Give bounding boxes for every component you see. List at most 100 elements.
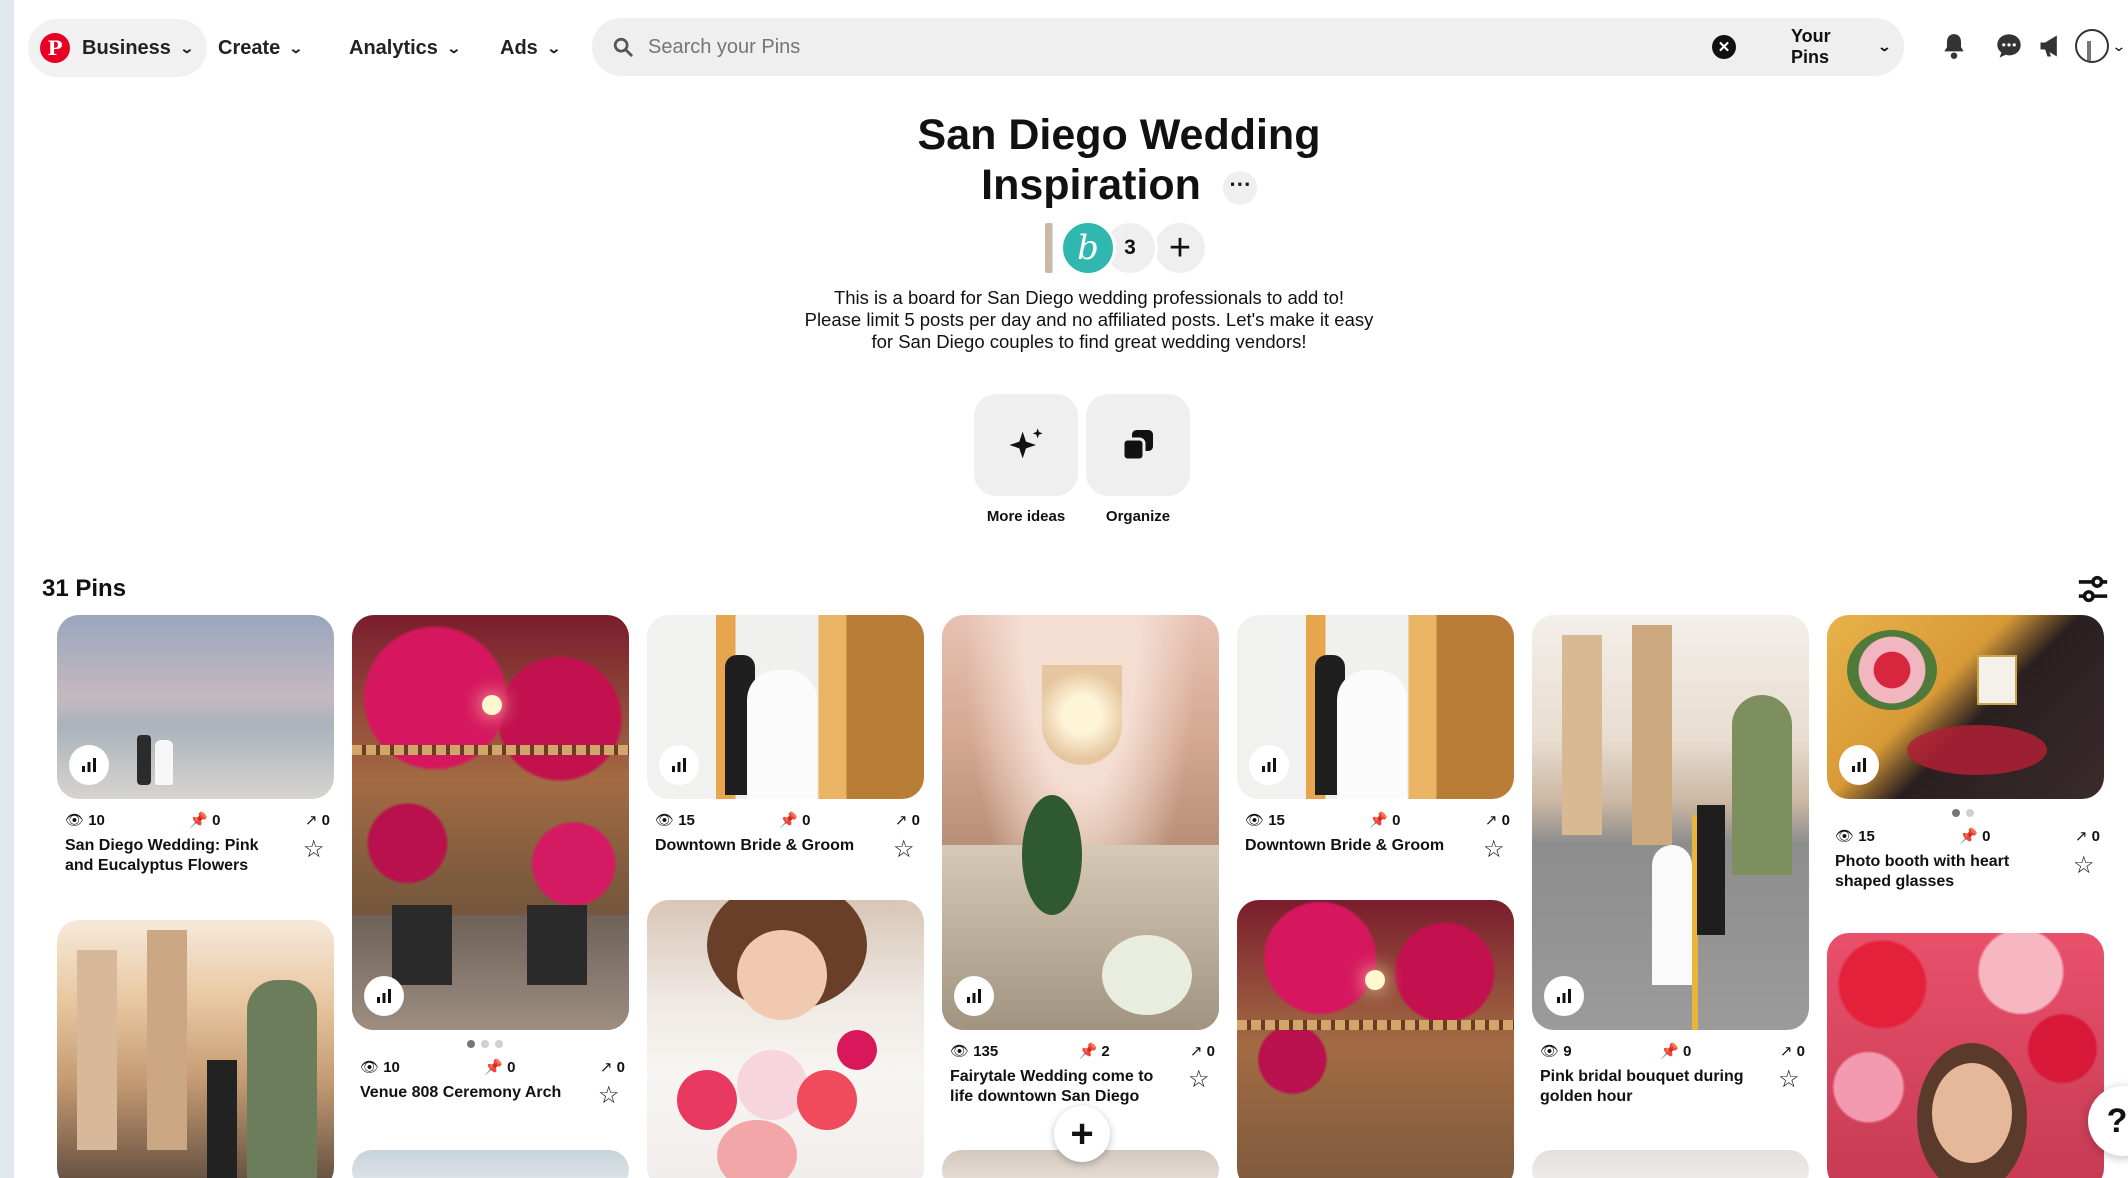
star-icon[interactable]: ☆	[303, 835, 325, 864]
stats-icon[interactable]	[954, 976, 994, 1016]
star-icon[interactable]: ☆	[598, 1081, 620, 1110]
pin-card[interactable]: 👁 9 📌 0 ↗ 0 Pink bridal bouquet during g…	[1532, 615, 1809, 1105]
board-title: San Diego Wedding Inspiration ⋯	[864, 110, 1374, 210]
clicks-stat: ↗ 0	[2074, 828, 2100, 845]
saves-stat: 📌 2	[1078, 1043, 1110, 1060]
more-options-icon[interactable]: ⋯	[1222, 170, 1257, 205]
stats-icon[interactable]	[69, 745, 109, 785]
pin-image[interactable]	[352, 1150, 629, 1178]
more-ideas-label: More ideas	[986, 508, 1066, 525]
more-ideas-button[interactable]: More ideas	[974, 394, 1078, 525]
pin-card[interactable]	[1237, 900, 1514, 1178]
pinterest-logo-icon: P	[40, 33, 70, 63]
profile-avatar[interactable]	[2072, 26, 2112, 66]
create-label: Create	[218, 36, 281, 59]
clicks-stat: ↗ 0	[894, 812, 920, 829]
star-icon[interactable]: ☆	[1483, 835, 1505, 864]
pin-image[interactable]	[942, 615, 1219, 1030]
stats-icon[interactable]	[1249, 745, 1289, 785]
ads-menu[interactable]: Ads ⌄	[500, 19, 561, 77]
add-collaborator-button[interactable]: +	[1152, 220, 1208, 276]
search-icon	[613, 37, 633, 57]
views-stat: 👁 10	[65, 812, 105, 829]
your-pins-label: Your Pins	[1791, 26, 1831, 67]
pin-stats: 👁 135 📌 2 ↗ 0	[950, 1042, 1215, 1060]
organize-button[interactable]: Organize	[1086, 394, 1190, 525]
pin-title[interactable]: San Diego Wedding: Pink and Eucalyptus F…	[65, 836, 285, 876]
pin-image[interactable]	[1827, 933, 2104, 1178]
pin-card[interactable]: 👁 15 📌 0 ↗ 0 Photo booth with heart shap…	[1827, 615, 2104, 890]
star-icon[interactable]: ☆	[893, 835, 915, 864]
pin-image[interactable]	[57, 920, 334, 1178]
pin-image[interactable]	[1532, 615, 1809, 1030]
collaborators[interactable]: b 3 +	[1022, 220, 1208, 276]
pin-image[interactable]	[647, 615, 924, 799]
pin-title[interactable]: Downtown Bride & Groom	[1245, 836, 1465, 856]
pin-card[interactable]: 👁 10 📌 0 ↗ 0 Venue 808 Ceremony Arch ☆	[352, 615, 629, 1109]
pin-image[interactable]	[1532, 1150, 1809, 1178]
views-stat: 👁 15	[655, 812, 695, 829]
organize-label: Organize	[1105, 508, 1171, 525]
clicks-stat: ↗ 0	[1189, 1043, 1215, 1060]
pin-card[interactable]	[1827, 933, 2104, 1178]
stats-icon[interactable]	[659, 745, 699, 785]
pin-image[interactable]	[57, 615, 334, 799]
views-stat: 👁 15	[1245, 812, 1285, 829]
top-navigation: P Business ⌄ Create ⌄ Analytics ⌄ Ads ⌄ …	[14, 0, 2128, 92]
views-stat: 👁 135	[950, 1043, 999, 1060]
pins-count: 31 Pins	[42, 575, 127, 602]
clicks-stat: ↗ 0	[1779, 1043, 1805, 1060]
collaborator-avatar[interactable]: b	[1060, 220, 1116, 276]
pin-card[interactable]: 👁 10 📌 0 ↗ 0 San Diego Wedding: Pink and…	[57, 615, 334, 874]
stats-icon[interactable]	[1544, 976, 1584, 1016]
stats-icon[interactable]	[1839, 745, 1879, 785]
star-icon[interactable]: ☆	[2073, 851, 2095, 880]
sparkle-icon	[974, 394, 1078, 496]
pin-image[interactable]	[1237, 900, 1514, 1178]
pin-card[interactable]: 👁 135 📌 2 ↗ 0 Fairytale Wedding come to …	[942, 615, 1219, 1105]
pin-card[interactable]	[1532, 1150, 1809, 1178]
analytics-menu[interactable]: Analytics ⌄	[349, 19, 461, 77]
views-stat: 👁 9	[1540, 1043, 1572, 1060]
saves-stat: 📌 0	[189, 812, 221, 829]
pin-stats: 👁 10 📌 0 ↗ 0	[65, 811, 330, 829]
your-pins-filter[interactable]: Your Pins ⌄	[1777, 24, 1904, 70]
pin-title[interactable]: Venue 808 Ceremony Arch	[360, 1083, 580, 1103]
pin-card[interactable]	[647, 900, 924, 1178]
pin-stats: 👁 15 📌 0 ↗ 0	[655, 811, 920, 829]
megaphone-icon[interactable]	[2031, 26, 2071, 66]
analytics-label: Analytics	[349, 36, 438, 59]
search-bar: ✕ Your Pins ⌄	[592, 18, 1904, 76]
create-menu[interactable]: Create ⌄	[218, 19, 304, 77]
pin-card[interactable]: 👁 15 📌 0 ↗ 0 Downtown Bride & Groom ☆	[647, 615, 924, 863]
messages-icon[interactable]	[1989, 26, 2029, 66]
pin-stats: 👁 10 📌 0 ↗ 0	[360, 1058, 625, 1076]
pin-image[interactable]	[352, 615, 629, 1030]
search-input[interactable]	[648, 35, 1884, 59]
account-chevron-icon[interactable]: ⌄	[2109, 26, 2128, 66]
star-icon[interactable]: ☆	[1778, 1065, 1800, 1094]
pin-stats: 👁 9 📌 0 ↗ 0	[1540, 1042, 1805, 1060]
pin-title[interactable]: Fairytale Wedding come to life downtown …	[950, 1067, 1170, 1107]
filter-icon[interactable]	[2076, 572, 2110, 606]
ads-label: Ads	[500, 36, 538, 59]
clicks-stat: ↗ 0	[1484, 812, 1510, 829]
clear-search-icon[interactable]: ✕	[1712, 35, 1736, 59]
pin-card[interactable]	[352, 1150, 629, 1178]
pin-stats: 👁 15 📌 0 ↗ 0	[1245, 811, 1510, 829]
stats-icon[interactable]	[364, 976, 404, 1016]
star-icon[interactable]: ☆	[1188, 1065, 1210, 1094]
pin-card[interactable]: 👁 15 📌 0 ↗ 0 Downtown Bride & Groom ☆	[1237, 615, 1514, 863]
add-pin-button[interactable]: +	[1054, 1106, 1110, 1162]
business-menu[interactable]: P Business ⌄	[28, 19, 207, 77]
pin-card[interactable]	[57, 920, 334, 1178]
pin-title[interactable]: Photo booth with heart shaped glasses	[1835, 852, 2055, 892]
bell-icon[interactable]	[1934, 26, 1974, 66]
chevron-down-icon: ⌄	[1877, 39, 1892, 54]
pin-image[interactable]	[647, 900, 924, 1178]
pin-title[interactable]: Downtown Bride & Groom	[655, 836, 875, 856]
saves-stat: 📌 0	[1660, 1043, 1692, 1060]
pin-image[interactable]	[1237, 615, 1514, 799]
pin-image[interactable]	[1827, 615, 2104, 799]
pin-title[interactable]: Pink bridal bouquet during golden hour	[1540, 1067, 1760, 1107]
